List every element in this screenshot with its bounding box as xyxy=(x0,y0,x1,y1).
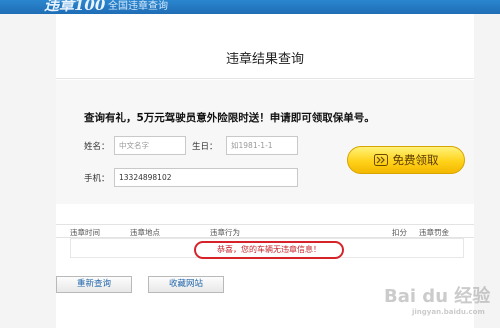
baidu-watermark: Bai du 经验 jingyan.baidu.com xyxy=(376,282,500,324)
col-points: 扣分 xyxy=(392,228,407,237)
watermark-subtext: jingyan.baidu.com xyxy=(412,308,485,316)
birthday-input[interactable]: 如1981-1-1 xyxy=(226,136,298,155)
name-input[interactable]: 中文名字 xyxy=(114,136,186,155)
col-violation-behavior: 违章行为 xyxy=(210,228,240,237)
name-label: 姓名： xyxy=(84,142,110,152)
top-banner: 违章100 全国违章查询 xyxy=(0,0,500,14)
requery-button[interactable]: 重新查询 xyxy=(56,276,132,293)
watermark-text: Bai du 经验 xyxy=(384,286,491,307)
title-divider xyxy=(56,78,474,79)
site-slogan: 全国违章查询 xyxy=(108,1,168,12)
col-violation-time: 违章时间 xyxy=(70,228,100,237)
birthday-label: 生日： xyxy=(192,142,218,152)
result-table-header: 违章时间 违章地点 违章行为 扣分 违章罚金 xyxy=(56,224,474,238)
double-chevron-right-icon xyxy=(373,154,388,166)
col-violation-location: 违章地点 xyxy=(130,228,160,237)
phone-label: 手机： xyxy=(84,174,110,184)
free-claim-button[interactable]: 免费领取 xyxy=(347,146,465,174)
page-title: 违章结果查询 xyxy=(225,52,304,67)
col-fine: 违章罚金 xyxy=(419,228,449,237)
promo-text: 查询有礼，5万元驾驶员意外险限时送！申请即可领取保单号。 xyxy=(84,112,375,124)
bookmark-site-button[interactable]: 收藏网站 xyxy=(148,276,224,293)
phone-input[interactable]: 13324898102 xyxy=(114,168,298,187)
site-logo[interactable]: 违章100 xyxy=(44,0,105,14)
free-claim-label: 免费领取 xyxy=(392,153,439,167)
no-violation-message: 恭喜，您的车辆无违章信息！ xyxy=(194,241,344,259)
query-result-panel: 违章结果查询 查询有礼，5万元驾驶员意外险限时送！申请即可领取保单号。 姓名： … xyxy=(56,14,474,328)
